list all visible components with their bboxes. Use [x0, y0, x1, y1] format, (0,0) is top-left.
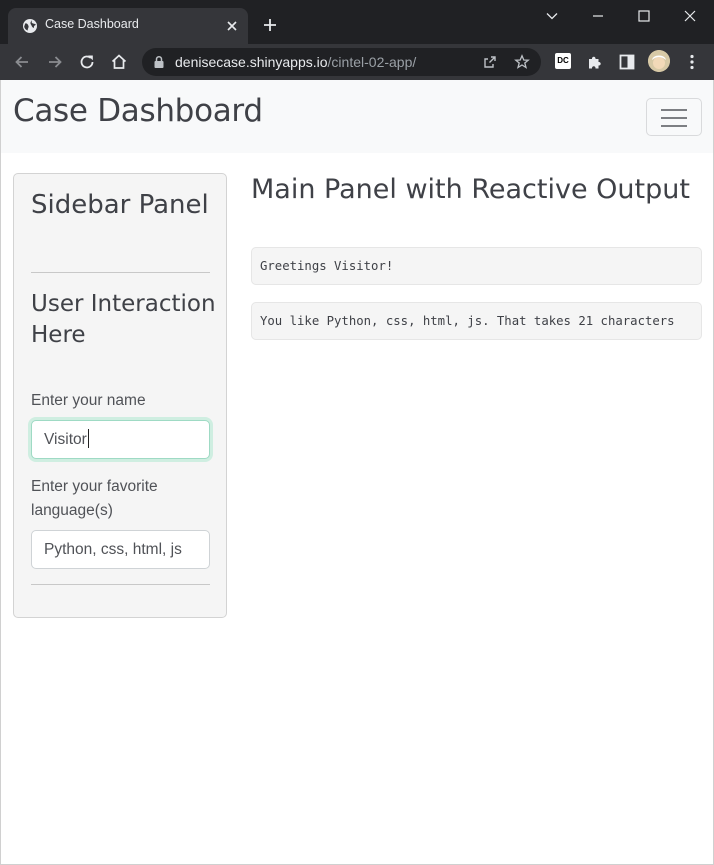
divider [31, 584, 210, 585]
name-input-value: Visitor [44, 431, 87, 448]
browser-toolbar: denisecase.shinyapps.io/cintel-02-app/ D… [0, 44, 714, 80]
dc-extension-icon[interactable]: DC [555, 53, 571, 69]
language-label: Enter your favorite language(s) [31, 478, 158, 519]
maximize-icon[interactable] [634, 6, 654, 26]
sidebar-title: Sidebar Panel [31, 190, 209, 220]
main-panel-title: Main Panel with Reactive Output [251, 174, 690, 205]
avatar[interactable] [648, 50, 670, 72]
navbar: Case Dashboard [1, 80, 713, 153]
tab-title: Case Dashboard [45, 17, 139, 31]
address-bar[interactable]: denisecase.shinyapps.io/cintel-02-app/ [142, 48, 541, 76]
kebab-menu-icon[interactable] [682, 52, 702, 72]
chevron-down-icon[interactable] [542, 6, 562, 26]
greeting-output: Greetings Visitor! [251, 247, 702, 285]
hamburger-icon-bar [661, 109, 687, 111]
home-icon[interactable] [109, 52, 129, 72]
close-icon[interactable] [224, 18, 240, 34]
reload-icon[interactable] [77, 52, 97, 72]
sidebar-subtitle: User Interaction Here [31, 291, 216, 348]
navbar-toggle-button[interactable] [646, 98, 702, 136]
language-output: You like Python, css, html, js. That tak… [251, 302, 702, 340]
hamburger-icon-bar [661, 117, 687, 119]
forward-arrow-icon[interactable] [45, 52, 65, 72]
web-page: Case Dashboard Sidebar Panel User Intera… [0, 80, 714, 865]
close-window-icon[interactable] [680, 6, 700, 26]
url-text: denisecase.shinyapps.io/cintel-02-app/ [175, 54, 416, 70]
name-label: Enter your name [31, 392, 146, 409]
back-arrow-icon[interactable] [12, 52, 32, 72]
profile-face-icon [648, 50, 670, 72]
text-caret [87, 429, 89, 448]
browser-tab[interactable]: Case Dashboard [8, 8, 248, 44]
browser-titlebar: Case Dashboard [0, 0, 714, 44]
lock-icon[interactable] [153, 55, 165, 69]
puzzle-icon[interactable] [585, 52, 605, 72]
divider [31, 272, 210, 273]
language-input[interactable]: Python, css, html, js [31, 530, 210, 569]
share-icon[interactable] [482, 54, 498, 70]
sidebar-panel: Sidebar Panel User Interaction Here Ente… [13, 173, 227, 618]
globe-icon [23, 19, 37, 33]
url-host: denisecase.shinyapps.io [175, 54, 328, 70]
url-path: /cintel-02-app/ [327, 54, 417, 70]
minimize-icon[interactable] [588, 6, 608, 26]
language-input-value: Python, css, html, js [44, 541, 182, 558]
star-icon[interactable] [514, 54, 530, 70]
name-input[interactable]: Visitor [31, 420, 210, 459]
sidepanel-icon[interactable] [617, 52, 637, 72]
hamburger-icon-bar [661, 125, 687, 127]
plus-icon[interactable] [262, 17, 278, 33]
navbar-brand[interactable]: Case Dashboard [13, 93, 263, 129]
